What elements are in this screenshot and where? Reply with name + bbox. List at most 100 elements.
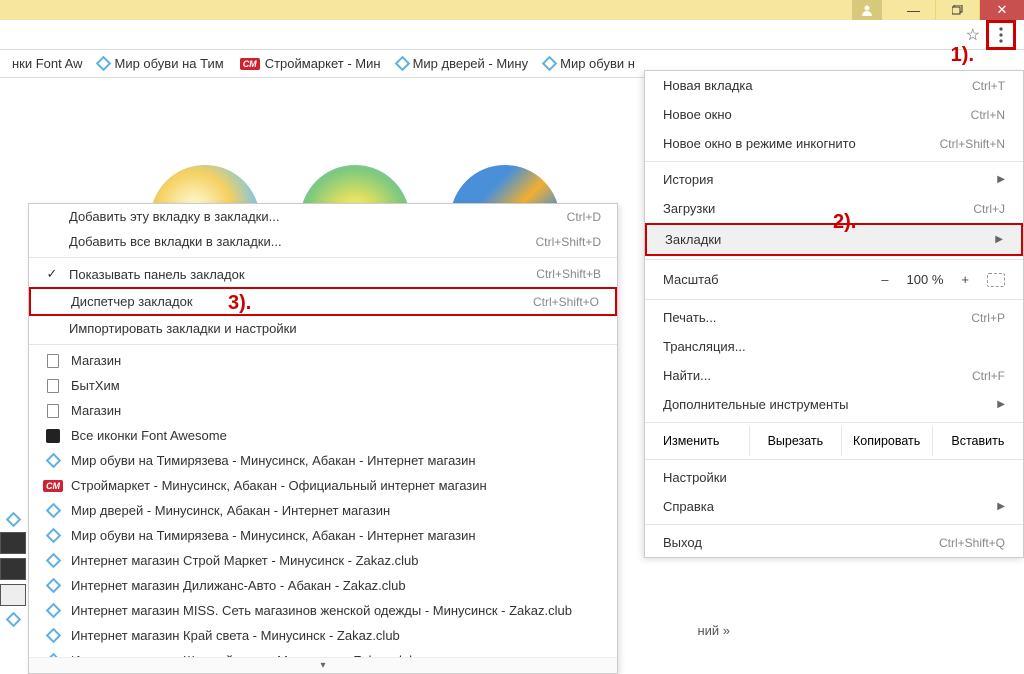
- bookmark-item[interactable]: нки Font Aw: [6, 53, 88, 74]
- separator: [645, 299, 1023, 300]
- chevron-right-icon: ▶: [997, 174, 1005, 185]
- separator: [645, 524, 1023, 525]
- menu-find[interactable]: Найти...Ctrl+F: [645, 361, 1023, 390]
- bookmark-label: Мир дверей - Мину: [413, 56, 529, 71]
- page-icon: [45, 404, 61, 418]
- avatar-button[interactable]: [852, 0, 882, 20]
- chevron-right-icon: ▶: [997, 501, 1005, 512]
- bookmark-label: Мир обуви на Тимирязева - Минусинск, Аба…: [71, 528, 476, 543]
- annotation-1: 1).: [951, 44, 974, 67]
- thumbnail: [0, 584, 26, 606]
- bookmarks-submenu: Добавить эту вкладку в закладки...Ctrl+D…: [28, 203, 618, 674]
- fontawesome-icon: [45, 429, 61, 443]
- bookmark-label: нки Font Aw: [12, 56, 82, 71]
- edit-label: Изменить: [645, 426, 749, 456]
- chevron-right-icon: ▶: [995, 234, 1003, 245]
- minimize-button[interactable]: —: [892, 0, 936, 20]
- bookmark-list-item[interactable]: Интернет магазин Край света - Минусинск …: [29, 623, 617, 648]
- copy-button[interactable]: Копировать: [841, 426, 932, 456]
- annotation-3: 3).: [228, 292, 251, 315]
- menu-button-highlight: [986, 20, 1016, 50]
- bookmark-star-icon[interactable]: ☆: [966, 25, 980, 45]
- bookmark-label: Все иконки Font Awesome: [71, 428, 227, 443]
- menu-exit[interactable]: ВыходCtrl+Shift+Q: [645, 528, 1023, 557]
- close-button[interactable]: ✕: [980, 0, 1024, 20]
- bookmark-list-item[interactable]: Интернет магазин Дилижанс-Авто - Абакан …: [29, 573, 617, 598]
- menu-cast[interactable]: Трансляция...: [645, 332, 1023, 361]
- bookmark-list-item[interactable]: Мир дверей - Минусинск, Абакан - Интерне…: [29, 498, 617, 523]
- bookmark-item[interactable]: Мир обуви н: [538, 53, 641, 74]
- bookmark-import[interactable]: Импортировать закладки и настройки: [29, 316, 617, 341]
- bookmark-label: Интернет магазин MISS. Сеть магазинов же…: [71, 603, 572, 618]
- separator: [645, 259, 1023, 260]
- chevron-right-icon: ▶: [997, 399, 1005, 410]
- cut-button[interactable]: Вырезать: [749, 426, 840, 456]
- bookmark-item[interactable]: Мир обуви на Тим: [92, 53, 229, 74]
- fullscreen-button[interactable]: [987, 273, 1005, 287]
- menu-print[interactable]: Печать...Ctrl+P: [645, 303, 1023, 332]
- left-edge-thumbs: [0, 510, 26, 628]
- bookmark-list-item[interactable]: Мир обуви на Тимирязева - Минусинск, Аба…: [29, 523, 617, 548]
- bookmark-item[interactable]: СМСтроймаркет - Мин: [234, 53, 387, 74]
- bookmark-item[interactable]: Мир дверей - Мину: [391, 53, 535, 74]
- diamond-icon: [5, 511, 21, 527]
- menu-new-tab[interactable]: Новая вкладкаCtrl+T: [645, 71, 1023, 100]
- diamond-icon: [96, 56, 112, 72]
- page-icon: [45, 354, 61, 368]
- diamond-icon: [45, 505, 61, 516]
- menu-incognito[interactable]: Новое окно в режиме инкогнитоCtrl+Shift+…: [645, 129, 1023, 158]
- annotation-2: 2).: [833, 211, 856, 234]
- bookmark-manager[interactable]: Диспетчер закладокCtrl+Shift+O: [29, 287, 617, 316]
- diamond-icon: [45, 580, 61, 591]
- bookmark-list-item[interactable]: Мир обуви на Тимирязева - Минусинск, Аба…: [29, 448, 617, 473]
- bookmark-label: Магазин: [71, 353, 121, 368]
- menu-zoom: Масштаб – 100 % +: [645, 263, 1023, 296]
- cm-icon: СМ: [240, 58, 260, 70]
- diamond-icon: [45, 530, 61, 541]
- menu-button[interactable]: [990, 24, 1012, 46]
- bookmark-label: БытХим: [71, 378, 120, 393]
- bookmark-label: Магазин: [71, 403, 121, 418]
- bookmark-label: Интернет магазин Строй Маркет - Минусинс…: [71, 553, 418, 568]
- scroll-down-icon[interactable]: ▾: [29, 657, 617, 673]
- diamond-icon: [45, 455, 61, 466]
- bookmark-label: Строймаркет - Минусинск, Абакан - Официа…: [71, 478, 487, 493]
- menu-settings[interactable]: Настройки: [645, 463, 1023, 492]
- thumbnail: [0, 532, 26, 554]
- restore-button[interactable]: [936, 0, 980, 20]
- diamond-icon: [45, 630, 61, 641]
- separator: [645, 459, 1023, 460]
- bookmark-add-all[interactable]: Добавить все вкладки в закладки...Ctrl+S…: [29, 229, 617, 254]
- separator: [29, 344, 617, 345]
- menu-more-tools[interactable]: Дополнительные инструменты▶: [645, 390, 1023, 419]
- bookmark-list-item[interactable]: БытХим: [29, 373, 617, 398]
- page-icon: [45, 379, 61, 393]
- bookmark-label: Мир обуви н: [560, 56, 635, 71]
- diamond-icon: [542, 56, 558, 72]
- thumbnail: [0, 558, 26, 580]
- content-fragment: ний »: [683, 617, 744, 644]
- bookmark-list-item[interactable]: Все иконки Font Awesome: [29, 423, 617, 448]
- menu-help[interactable]: Справка▶: [645, 492, 1023, 521]
- cm-icon: СМ: [45, 480, 61, 492]
- bookmark-list-item[interactable]: Интернет магазин MISS. Сеть магазинов же…: [29, 598, 617, 623]
- bookmark-label: Мир обуви на Тимирязева - Минусинск, Аба…: [71, 453, 476, 468]
- paste-button[interactable]: Вставить: [932, 426, 1023, 456]
- zoom-in-button[interactable]: +: [953, 270, 977, 289]
- bookmark-list-item[interactable]: Интернет магазин Строй Маркет - Минусинс…: [29, 548, 617, 573]
- menu-history[interactable]: История▶: [645, 165, 1023, 194]
- menu-new-window[interactable]: Новое окноCtrl+N: [645, 100, 1023, 129]
- main-menu: Новая вкладкаCtrl+T Новое окноCtrl+N Нов…: [644, 70, 1024, 558]
- separator: [645, 422, 1023, 423]
- bookmark-add-page[interactable]: Добавить эту вкладку в закладки...Ctrl+D: [29, 204, 617, 229]
- bookmark-list-item[interactable]: СМ Строймаркет - Минусинск, Абакан - Офиц…: [29, 473, 617, 498]
- zoom-out-button[interactable]: –: [873, 270, 896, 289]
- separator: [29, 257, 617, 258]
- menu-edit-row: Изменить Вырезать Копировать Вставить: [645, 426, 1023, 456]
- bookmark-list-item[interactable]: Магазин: [29, 348, 617, 373]
- bookmark-list-item[interactable]: Магазин: [29, 398, 617, 423]
- diamond-icon: [45, 555, 61, 566]
- bookmark-show-bar[interactable]: ✓Показывать панель закладокCtrl+Shift+B: [29, 261, 617, 287]
- check-icon: ✓: [45, 266, 59, 282]
- diamond-icon: [394, 56, 410, 72]
